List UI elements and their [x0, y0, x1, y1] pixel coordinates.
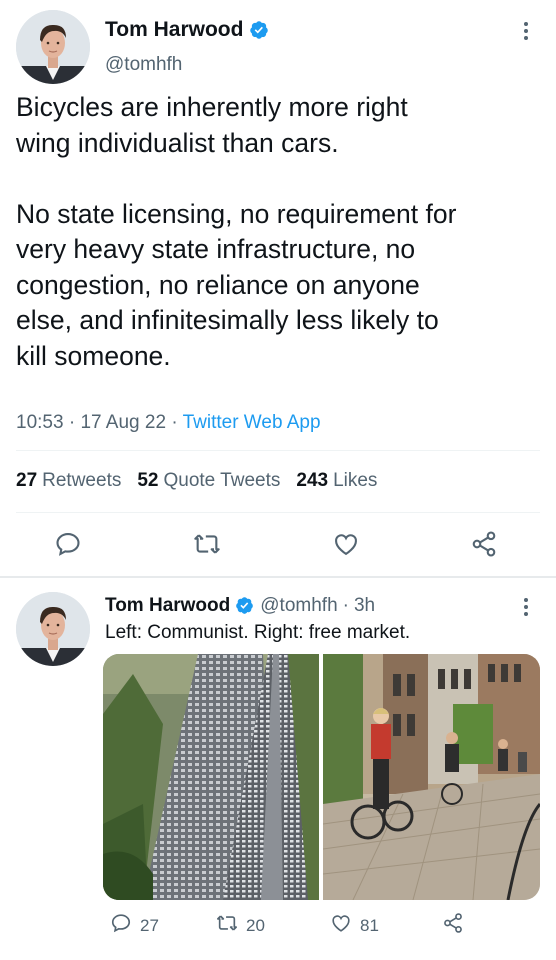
retweet-count: 20 [246, 915, 265, 935]
quotes-stat[interactable]: 52 Quote Tweets [137, 470, 280, 492]
meta-separator: · [68, 412, 81, 433]
verified-badge-icon [249, 20, 269, 40]
author-handle[interactable]: @tomhfh [105, 54, 182, 76]
engagement-stats: 27 Retweets 52 Quote Tweets 243 Likes [16, 470, 377, 492]
author-name-text: Tom Harwood [105, 18, 244, 41]
author-name[interactable]: Tom Harwood [105, 595, 230, 617]
divider [16, 450, 540, 451]
tweet-time[interactable]: 10:53 [16, 412, 64, 433]
avatar[interactable] [16, 10, 90, 84]
tweet-media[interactable] [103, 654, 540, 900]
reply-actions: 27 20 81 [0, 912, 556, 942]
tweet-source[interactable]: Twitter Web App [183, 412, 321, 433]
author-handle[interactable]: @tomhfh [260, 595, 337, 617]
traffic-jam-image[interactable] [103, 654, 319, 900]
meta-separator: · [171, 412, 183, 433]
quotes-count: 52 [137, 470, 159, 491]
retweets-label: Retweets [42, 470, 122, 491]
reply-icon [110, 912, 132, 939]
more-icon[interactable] [516, 20, 536, 42]
tweet-date[interactable]: 17 Aug 22 [80, 412, 166, 433]
retweet-icon[interactable] [193, 530, 221, 558]
main-tweet: Tom Harwood @tomhfh Bicycles are inheren… [0, 0, 556, 576]
divider [16, 512, 540, 513]
likes-label: Likes [333, 470, 378, 491]
more-icon[interactable] [516, 596, 536, 618]
verified-badge-icon [235, 596, 255, 616]
cyclists-street-image[interactable] [322, 654, 540, 900]
tweet-text: Bicycles are inherently more right wing … [16, 92, 457, 371]
share-icon[interactable] [470, 530, 498, 558]
reply-header: Tom Harwood @tomhfh · 3h [105, 595, 375, 617]
like-icon[interactable] [332, 530, 360, 558]
retweets-stat[interactable]: 27 Retweets [16, 470, 121, 492]
share-action[interactable] [442, 912, 464, 939]
author-name[interactable]: Tom Harwood [105, 18, 269, 42]
retweet-icon [216, 912, 238, 939]
reply-count: 27 [140, 915, 159, 935]
tweet-time[interactable]: 3h [354, 595, 375, 617]
tweet-metadata: 10:53 · 17 Aug 22 · Twitter Web App [16, 412, 321, 434]
retweets-count: 27 [16, 470, 38, 491]
like-count: 81 [360, 915, 379, 935]
tweet-text: Left: Communist. Right: free market. [105, 622, 411, 643]
tweet-actions [0, 530, 556, 560]
meta-separator: · [342, 595, 349, 616]
likes-stat[interactable]: 243 Likes [296, 470, 377, 492]
share-icon [442, 912, 464, 939]
likes-count: 243 [296, 470, 329, 491]
reply-icon[interactable] [54, 530, 82, 558]
tweet-separator [0, 576, 556, 578]
quotes-label: Quote Tweets [163, 470, 281, 491]
retweet-action[interactable]: 20 [216, 912, 265, 939]
avatar[interactable] [16, 592, 90, 666]
reply-action[interactable]: 27 [110, 912, 159, 939]
like-action[interactable]: 81 [330, 912, 379, 939]
like-icon [330, 912, 352, 939]
